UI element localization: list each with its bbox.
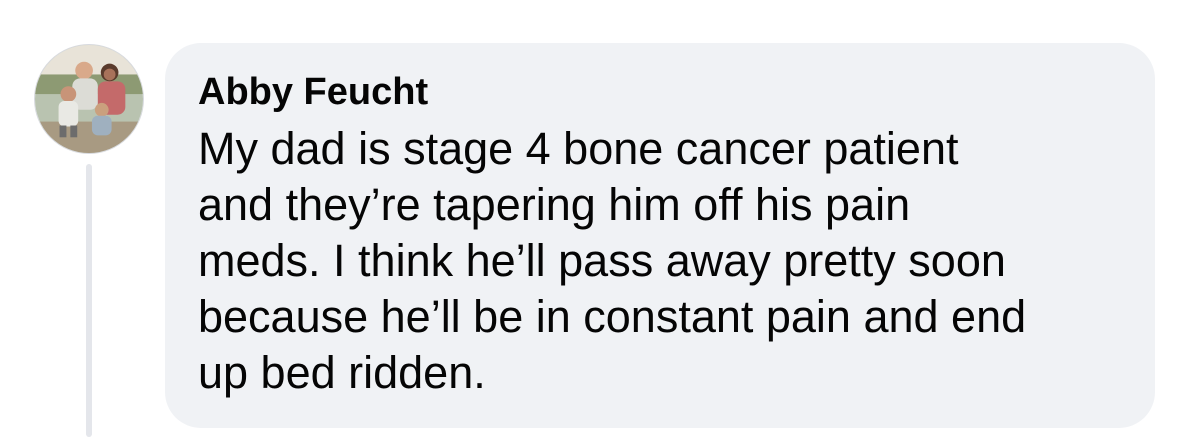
comment-bubble: Abby Feucht My dad is stage 4 bone cance… xyxy=(165,43,1155,428)
author-name[interactable]: Abby Feucht xyxy=(198,69,1125,115)
avatar[interactable] xyxy=(34,44,144,154)
family-photo-avatar-icon xyxy=(35,45,143,153)
comment-text: My dad is stage 4 bone cancer patient an… xyxy=(198,121,1125,401)
comment: Abby Feucht My dad is stage 4 bone cance… xyxy=(0,0,1200,437)
comment-text-line: and they’re tapering him off his pain xyxy=(198,179,911,230)
thread-line xyxy=(86,164,92,437)
comment-text-line: because he’ll be in constant pain and en… xyxy=(198,291,1027,342)
comment-text-line: up bed ridden. xyxy=(198,347,486,398)
comment-text-line: meds. I think he’ll pass away pretty soo… xyxy=(198,235,1006,286)
comment-text-line: My dad is stage 4 bone cancer patient xyxy=(198,123,959,174)
